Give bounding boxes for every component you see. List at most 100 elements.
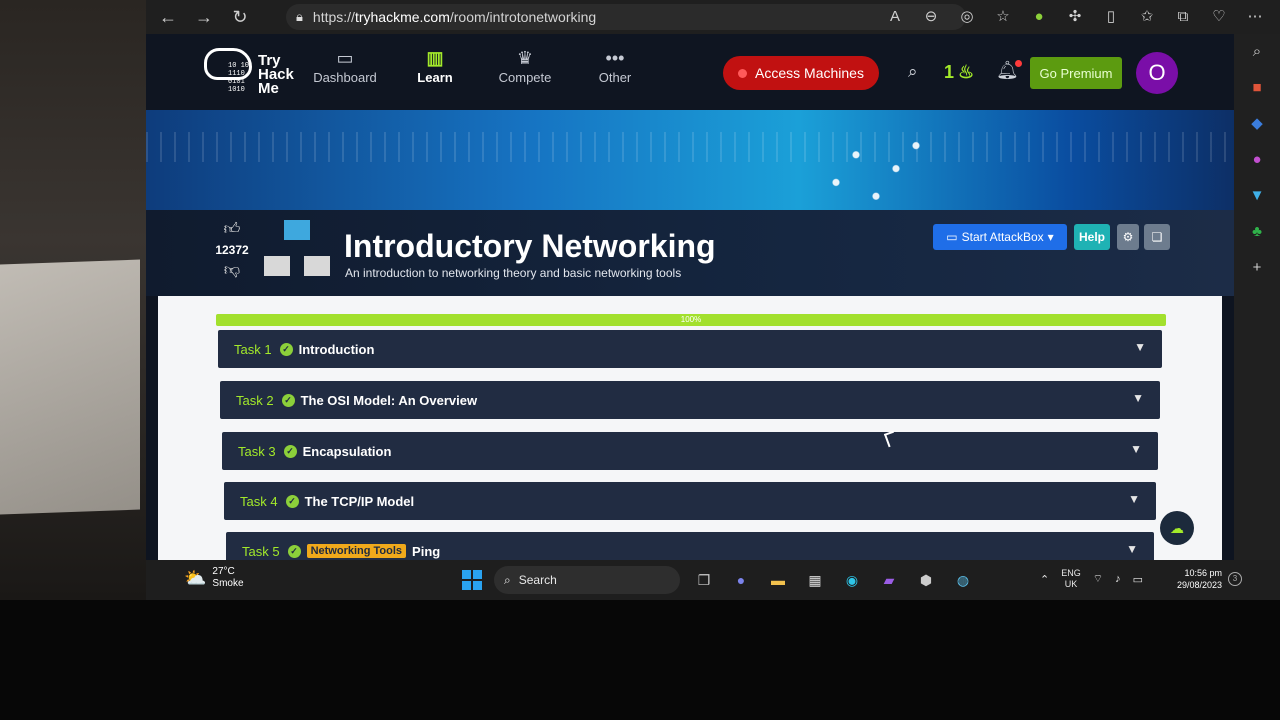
task-number: Task 3 (238, 443, 276, 459)
notification-badge[interactable]: 3 (1228, 572, 1242, 586)
notifications-bell-icon[interactable]: 🔔︎ (996, 60, 1022, 81)
battery-icon[interactable]: ▭ (1133, 573, 1143, 586)
clock-date: 29/08/2023 (1176, 580, 1222, 590)
lock-icon[interactable]: 🔒︎ (296, 9, 303, 25)
refresh-icon[interactable]: ↻ (226, 3, 254, 31)
dots-icon: ••• (605, 48, 625, 68)
chevron-down-icon[interactable]: ▼ (1130, 442, 1142, 456)
task-number: Task 2 (236, 392, 274, 408)
network-node-left (264, 256, 290, 276)
collections-icon[interactable]: ⧉ (1172, 4, 1194, 28)
task-row[interactable]: Task 5 ✓ Networking Tools Ping ▼ (226, 532, 1154, 560)
tracking-icon[interactable]: ◎ (956, 4, 978, 28)
nav-other[interactable]: ••• Other (580, 48, 650, 85)
file-explorer-icon[interactable]: ▬ (766, 568, 790, 592)
teams-chat-icon[interactable]: ● (729, 568, 753, 592)
add-icon[interactable]: + (1234, 250, 1280, 286)
address-bar[interactable]: 🔒︎ https://tryhackme.com/room/introtonet… (286, 4, 966, 30)
nav-label: Dashboard (313, 70, 377, 85)
virtualbox-icon[interactable]: ⬢ (914, 568, 938, 592)
health-icon[interactable]: ♡ (1208, 4, 1230, 28)
task-row[interactable]: Task 4 ✓ The TCP/IP Model ▼ (224, 482, 1156, 520)
read-aloud-icon[interactable]: A (884, 4, 906, 28)
store-icon[interactable]: ▦ (803, 568, 827, 592)
windows-start-icon[interactable] (462, 570, 482, 590)
nav-dashboard[interactable]: ▭ Dashboard (310, 48, 380, 85)
system-tray: ⌃ ENG UK ⌔ ♪ ▭ (1040, 568, 1143, 590)
gear-icon[interactable]: ⚙ (1117, 224, 1139, 250)
favorites-icon[interactable]: ✩ (1136, 4, 1158, 28)
weather-text: 27°C Smoke (212, 566, 244, 589)
task-row[interactable]: Task 2 ✓ The OSI Model: An Overview ▼ (220, 381, 1160, 419)
edge-icon[interactable]: ◉ (840, 568, 864, 592)
room-title: Introductory Networking (344, 228, 716, 264)
go-premium-button[interactable]: Go Premium (1030, 57, 1122, 89)
nav-compete[interactable]: ♛ Compete (490, 48, 560, 85)
extensions-icon[interactable]: ✣ (1064, 4, 1086, 28)
taskbar-clock[interactable]: 10:56 pm 29/08/2023 (1166, 567, 1222, 591)
help-button[interactable]: Help (1074, 224, 1110, 250)
check-icon: ✓ (287, 544, 301, 558)
streak-count: 1 (944, 62, 955, 82)
streak-counter[interactable]: 1 ♨ (944, 62, 974, 83)
bookmark-icon[interactable]: ❏ (1144, 224, 1170, 250)
task-row[interactable]: Task 1 ✓ Introduction ▼ (218, 330, 1162, 368)
weather-cloud-sun-icon: ⛅ (184, 568, 207, 588)
dashboard-icon: ▭ (336, 48, 354, 68)
bing-icon[interactable]: ◆ (1234, 106, 1280, 142)
tree-icon[interactable]: ♣ (1234, 214, 1280, 250)
floating-cloud-button[interactable]: ☁ (1160, 511, 1194, 545)
shopping-icon[interactable]: ■ (1234, 70, 1280, 106)
back-icon[interactable]: ← (154, 3, 182, 31)
laptop-icon: ▭ (946, 230, 958, 244)
task-title: Encapsulation (302, 443, 392, 459)
volume-icon[interactable]: ♪ (1115, 573, 1121, 585)
url-text[interactable]: https://tryhackme.com/room/introtonetwor… (313, 9, 596, 25)
progress-label: 100% (680, 315, 702, 324)
task-number: Task 1 (234, 341, 272, 357)
favorite-icon[interactable]: ☆ (992, 4, 1014, 28)
task-number: Task 4 (240, 493, 278, 509)
taskbar-search[interactable]: ⌕ Search (494, 566, 680, 594)
banner-fiber-optics (796, 118, 996, 210)
user-avatar[interactable]: O (1136, 52, 1178, 94)
globe-icon[interactable]: ◍ (951, 568, 975, 592)
zoom-icon[interactable]: ⊖ (920, 4, 942, 28)
send-icon[interactable]: ▼ (1234, 178, 1280, 214)
clipchamp-icon[interactable]: ▰ (877, 568, 901, 592)
chevron-down-icon[interactable]: ▼ (1128, 492, 1140, 506)
search-icon[interactable]: ⌕ (908, 62, 918, 82)
chevron-down-icon[interactable]: ▼ (1126, 542, 1138, 556)
browser-tool-icons: A ⊖ ◎ ☆ ● ✣ ▯ ✩ ⧉ ♡ ⋯ (884, 4, 1266, 28)
task-number: Task 5 (242, 543, 280, 559)
nav-learn[interactable]: ▥ Learn (400, 48, 470, 85)
task-row[interactable]: Task 3 ✓ Encapsulation ▼ (222, 432, 1158, 470)
tryhackme-logo[interactable]: 10 10 1110 0101 1010 Try Hack Me (204, 42, 304, 102)
check-icon: ✓ (281, 393, 295, 407)
laptop-bezel (0, 600, 1280, 720)
thumbs-up-icon[interactable]: 👍︎ (210, 220, 254, 239)
start-attackbox-button[interactable]: ▭ Start AttackBox ▾ (933, 224, 1067, 250)
web-page: 10 10 1110 0101 1010 Try Hack Me ▭ Dashb… (146, 34, 1234, 560)
wifi-icon[interactable]: ⌔ (1093, 572, 1103, 586)
office-icon[interactable]: ● (1234, 142, 1280, 178)
task-view-icon[interactable]: ❐ (692, 568, 716, 592)
weather-widget[interactable]: ⛅ 27°C Smoke (184, 566, 244, 590)
extension-green-icon[interactable]: ● (1028, 4, 1050, 28)
language-indicator[interactable]: ENG UK (1061, 568, 1081, 590)
search-label: Search (518, 573, 557, 587)
chevron-down-icon[interactable]: ▼ (1132, 391, 1144, 405)
access-machines-button[interactable]: Access Machines (723, 56, 879, 90)
chevron-down-icon[interactable]: ▼ (1134, 340, 1146, 354)
taskbar-apps: ❐ ● ▬ ▦ ◉ ▰ ⬢ ◍ (692, 568, 975, 592)
task-tag: Networking Tools (306, 544, 407, 558)
room-header: 👍︎ 12372 👎︎ Introductory Networking An i… (146, 210, 1234, 296)
search-sidebar-icon[interactable]: ⌕ (1234, 34, 1280, 70)
thumbs-down-icon[interactable]: 👎︎ (210, 261, 254, 280)
screen: ← → ↻ 🔒︎ https://tryhackme.com/room/intr… (146, 0, 1280, 600)
split-screen-icon[interactable]: ▯ (1100, 4, 1122, 28)
check-icon: ✓ (279, 342, 293, 356)
forward-icon[interactable]: → (190, 3, 218, 31)
chevron-up-icon[interactable]: ⌃ (1040, 573, 1049, 586)
more-icon[interactable]: ⋯ (1244, 4, 1266, 28)
